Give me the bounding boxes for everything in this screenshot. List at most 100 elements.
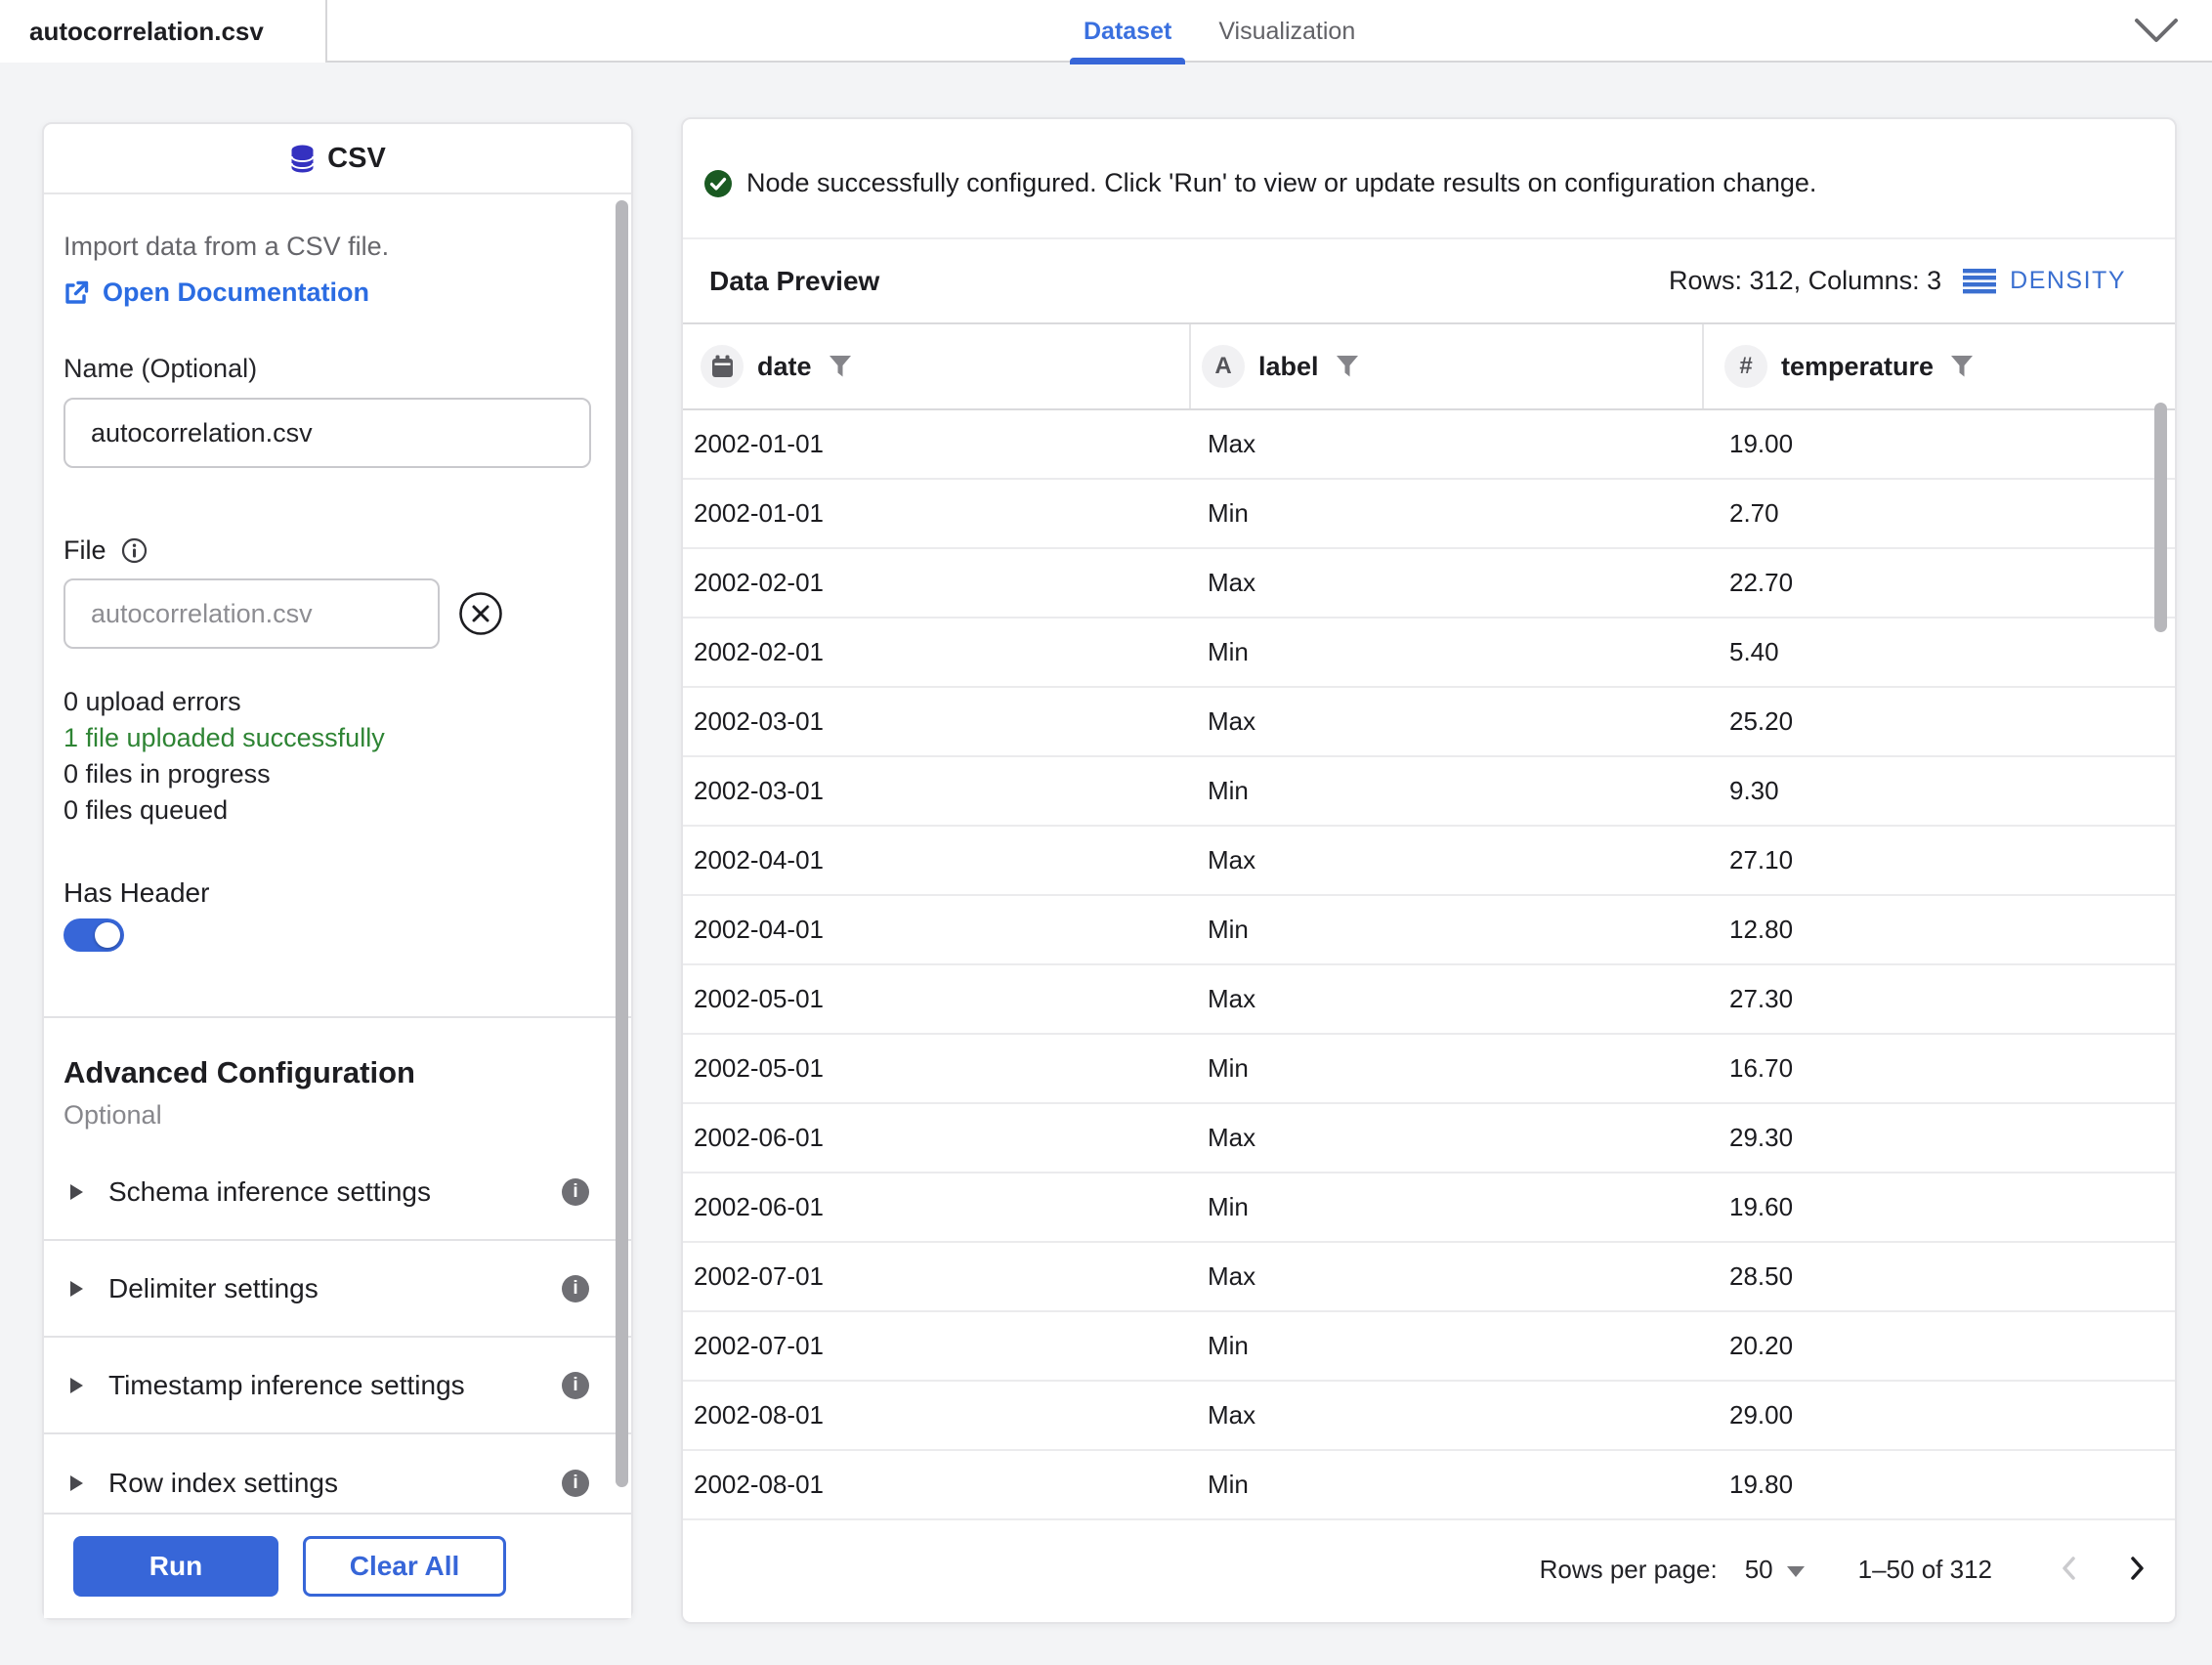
- caret-right-icon: [70, 1183, 83, 1200]
- file-tab-label: autocorrelation.csv: [29, 16, 264, 46]
- upload-queued-status: 0 files queued: [64, 795, 229, 825]
- clear-all-button[interactable]: Clear All: [303, 1536, 506, 1597]
- density-button[interactable]: DENSITY: [1963, 267, 2126, 295]
- file-tab[interactable]: autocorrelation.csv: [0, 0, 327, 63]
- table-row: 2002-03-01 Max 25.20: [683, 688, 2175, 757]
- tab-visualization[interactable]: Visualization: [1205, 0, 1369, 63]
- cell-label: Min: [1208, 1192, 1249, 1221]
- cell-temperature: 20.20: [1729, 1331, 1794, 1360]
- info-icon[interactable]: i: [562, 1469, 589, 1497]
- panel-scrollbar[interactable]: [616, 200, 628, 1487]
- accordion-item-schema-inference[interactable]: Schema inference settings i: [44, 1144, 631, 1241]
- top-bar: autocorrelation.csv Dataset Visualizatio…: [0, 0, 2212, 64]
- cell-temperature: 16.70: [1729, 1053, 1794, 1083]
- csv-panel-header: CSV: [44, 124, 631, 194]
- results-panel: Node successfully configured. Click 'Run…: [681, 117, 2177, 1624]
- success-check-icon: [704, 169, 732, 197]
- cell-temperature: 27.30: [1729, 984, 1794, 1013]
- table-row: 2002-01-01 Min 2.70: [683, 480, 2175, 549]
- advanced-configuration-subtitle: Optional: [64, 1100, 162, 1130]
- table-row: 2002-04-01 Max 27.10: [683, 827, 2175, 896]
- remove-file-button[interactable]: [458, 591, 503, 636]
- filter-icon[interactable]: [828, 354, 853, 379]
- csv-panel-title: CSV: [327, 142, 386, 174]
- cell-date: 2002-06-01: [694, 1123, 824, 1152]
- has-header-label: Has Header: [64, 877, 210, 908]
- cell-temperature: 5.40: [1729, 637, 1779, 666]
- chevron-right-icon: [2131, 1556, 2144, 1580]
- cell-label: Max: [1208, 845, 1256, 875]
- cell-temperature: 2.70: [1729, 498, 1779, 528]
- rows-per-page-value[interactable]: 50: [1745, 1555, 1773, 1585]
- cell-temperature: 28.50: [1729, 1261, 1794, 1291]
- cell-temperature: 19.80: [1729, 1470, 1794, 1499]
- info-icon[interactable]: i: [562, 1371, 589, 1399]
- table-row: 2002-08-01 Min 19.80: [683, 1451, 2175, 1520]
- csv-panel-body: Import data from a CSV file. Open Docume…: [44, 194, 631, 1511]
- cell-label: Max: [1208, 429, 1256, 458]
- date-type-badge: [701, 345, 744, 388]
- collapse-chevron-down-icon[interactable]: [2134, 18, 2179, 45]
- table-row: 2002-04-01 Min 12.80: [683, 896, 2175, 965]
- table-row: 2002-05-01 Min 16.70: [683, 1035, 2175, 1104]
- table-pagination: Rows per page: 50 1–50 of 312: [683, 1520, 2175, 1618]
- cell-date: 2002-01-01: [694, 498, 824, 528]
- name-field-label: Name (Optional): [64, 354, 258, 383]
- column-header-temperature: # temperature: [1704, 324, 2175, 408]
- table-header-row: date A label # temperature: [683, 322, 2175, 410]
- tab-dataset[interactable]: Dataset: [1070, 0, 1186, 64]
- info-outline-icon[interactable]: [121, 537, 148, 564]
- cell-temperature: 22.70: [1729, 568, 1794, 597]
- table-row: 2002-02-01 Min 5.40: [683, 619, 2175, 688]
- next-page-button[interactable]: [2130, 1556, 2146, 1584]
- run-button[interactable]: Run: [73, 1536, 278, 1597]
- advanced-settings-accordion: Schema inference settings i Delimiter se…: [44, 1144, 631, 1511]
- rows-per-page-dropdown-icon[interactable]: [1786, 1565, 1805, 1577]
- cell-date: 2002-03-01: [694, 776, 824, 805]
- data-preview-header: Data Preview Rows: 312, Columns: 3 DENSI…: [683, 239, 2175, 322]
- cell-date: 2002-08-01: [694, 1400, 824, 1430]
- has-header-toggle[interactable]: [64, 918, 124, 952]
- info-icon[interactable]: i: [562, 1177, 589, 1206]
- filter-icon[interactable]: [1949, 354, 1975, 379]
- density-icon: [1963, 268, 1997, 293]
- cell-label: Max: [1208, 1400, 1256, 1430]
- file-field-label: File: [64, 535, 106, 565]
- database-icon: [290, 145, 315, 172]
- node-status-message-row: Node successfully configured. Click 'Run…: [683, 119, 2175, 198]
- table-row: 2002-06-01 Min 19.60: [683, 1174, 2175, 1243]
- accordion-item-delimiter[interactable]: Delimiter settings i: [44, 1241, 631, 1338]
- column-header-label: A label: [1191, 324, 1704, 408]
- rows-per-page-label: Rows per page:: [1539, 1554, 1718, 1584]
- cell-label: Max: [1208, 568, 1256, 597]
- accordion-item-row-index[interactable]: Row index settings i: [44, 1434, 631, 1511]
- cell-date: 2002-04-01: [694, 915, 824, 944]
- view-tabs: Dataset Visualization: [1070, 0, 1369, 64]
- file-input[interactable]: autocorrelation.csv: [64, 578, 440, 649]
- accordion-item-timestamp-inference[interactable]: Timestamp inference settings i: [44, 1338, 631, 1434]
- section-divider: [44, 1016, 631, 1018]
- open-documentation-link[interactable]: Open Documentation: [64, 277, 587, 309]
- cell-date: 2002-05-01: [694, 1053, 824, 1083]
- filter-icon[interactable]: [1335, 354, 1360, 379]
- table-scrollbar[interactable]: [2154, 403, 2167, 632]
- upload-progress-status: 0 files in progress: [64, 759, 271, 789]
- previous-page-button[interactable]: [2061, 1556, 2076, 1584]
- rows-columns-summary: Rows: 312, Columns: 3: [1669, 266, 1942, 295]
- cell-label: Min: [1208, 498, 1249, 528]
- cell-temperature: 29.30: [1729, 1123, 1794, 1152]
- cell-date: 2002-06-01: [694, 1192, 824, 1221]
- info-icon[interactable]: i: [562, 1274, 589, 1302]
- circle-x-icon: [459, 592, 502, 635]
- cell-date: 2002-05-01: [694, 984, 824, 1013]
- caret-right-icon: [70, 1377, 83, 1393]
- name-input[interactable]: autocorrelation.csv: [64, 398, 591, 468]
- upload-success-status: 1 file uploaded successfully: [64, 723, 385, 752]
- cell-label: Max: [1208, 984, 1256, 1013]
- cell-temperature: 25.20: [1729, 706, 1794, 736]
- page-range: 1–50 of 312: [1857, 1554, 1992, 1584]
- cell-date: 2002-07-01: [694, 1331, 824, 1360]
- density-label: DENSITY: [2010, 267, 2126, 294]
- table-row: 2002-08-01 Max 29.00: [683, 1382, 2175, 1451]
- cell-temperature: 12.80: [1729, 915, 1794, 944]
